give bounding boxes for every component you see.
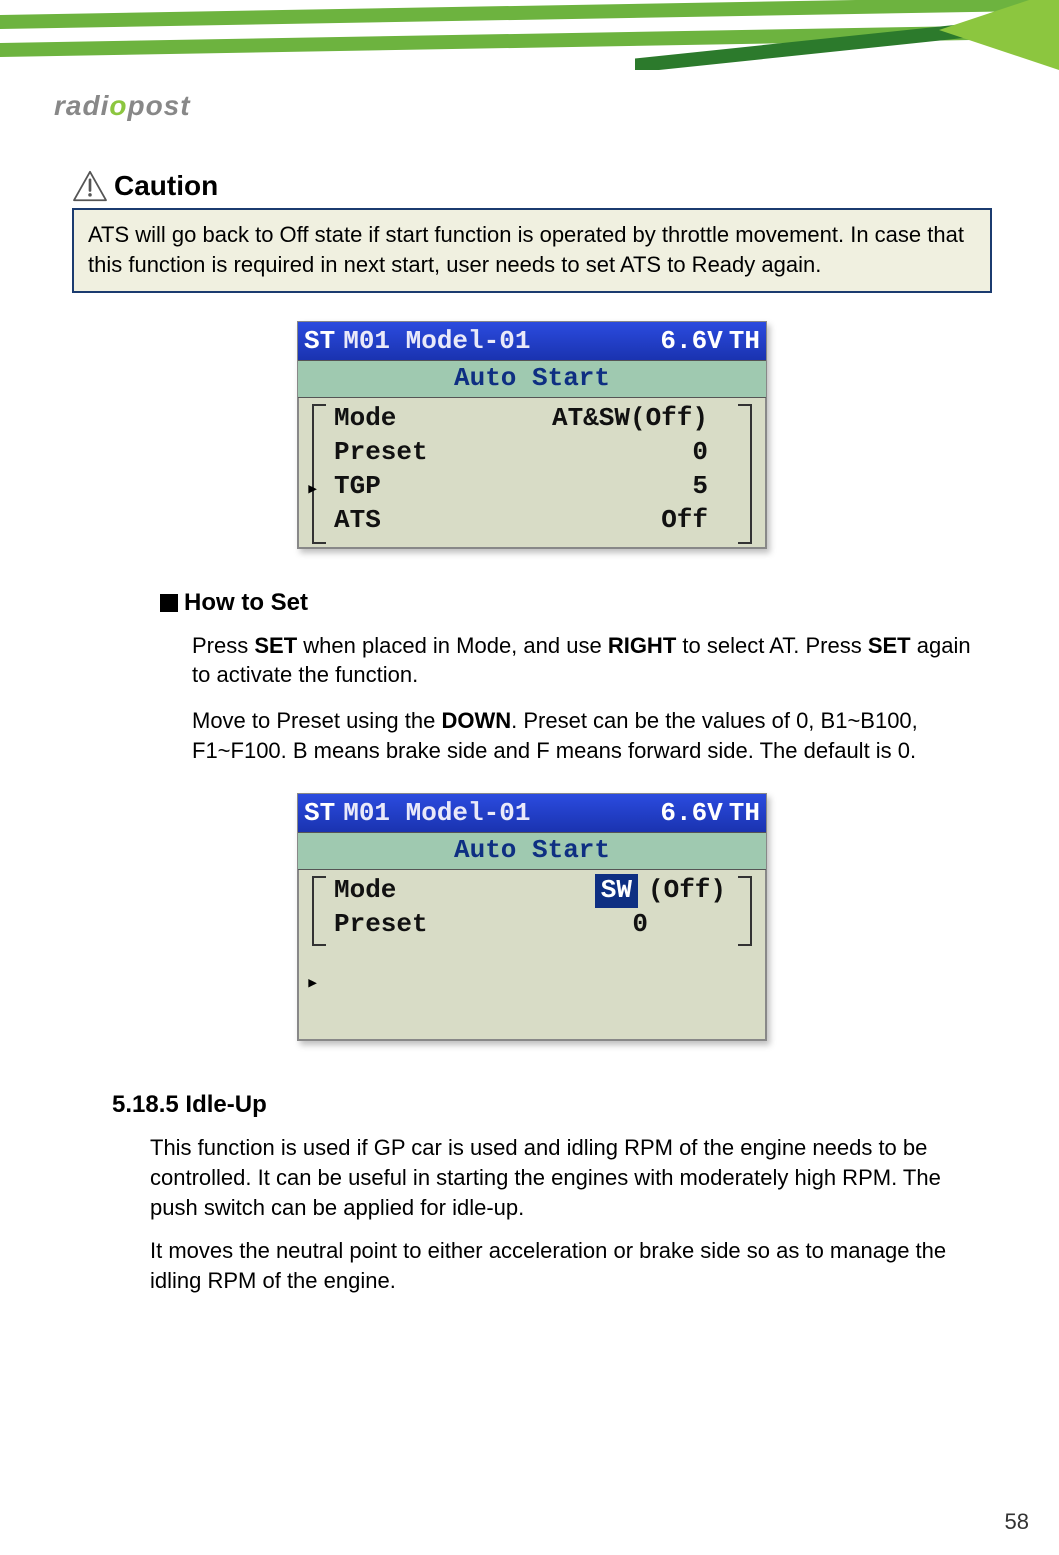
lcd-model-label: M01 Model-01 — [335, 326, 660, 356]
lcd-th-label: TH — [729, 326, 760, 356]
lcd-screenshot-autostart-sw: ST M01 Model-01 6.6V TH Auto Start ▸ Mod… — [297, 793, 767, 1041]
warning-icon — [72, 170, 108, 202]
lcd-row-ats: ATS Off — [334, 504, 738, 538]
lcd-th-label: TH — [729, 798, 760, 828]
howto-paragraph-2: Move to Preset using the DOWN. Preset ca… — [160, 706, 992, 765]
caution-title: Caution — [114, 170, 218, 202]
lcd-subtitle: Auto Start — [298, 832, 766, 870]
lcd-voltage: 6.6V — [660, 326, 728, 356]
cursor-icon: ▸ — [306, 476, 319, 502]
lcd-row-preset: Preset 0 — [334, 436, 738, 470]
lcd-subtitle: Auto Start — [298, 360, 766, 398]
bullet-square-icon — [160, 594, 178, 612]
lcd-st-label: ST — [304, 798, 335, 828]
lcd-model-label: M01 Model-01 — [335, 798, 660, 828]
page-number: 58 — [1005, 1509, 1029, 1535]
howto-paragraph-1: Press SET when placed in Mode, and use R… — [160, 631, 992, 690]
brand-logo: radiopost — [54, 90, 191, 122]
section-heading-idle-up: 5.18.5 Idle-Up — [112, 1091, 992, 1119]
howto-heading: How to Set — [160, 589, 992, 617]
caution-body: ATS will go back to Off state if start f… — [72, 208, 992, 293]
lcd-row-mode: Mode SW (Off) — [334, 874, 738, 908]
lcd-screenshot-autostart-atsw: ST M01 Model-01 6.6V TH Auto Start ▸ Mod… — [297, 321, 767, 548]
header-stripes — [0, 0, 1059, 70]
lcd-row-tgp: TGP 5 — [334, 470, 738, 504]
idle-up-paragraph-2: It moves the neutral point to either acc… — [112, 1236, 992, 1295]
idle-up-paragraph-1: This function is used if GP car is used … — [112, 1133, 992, 1222]
caution-heading: Caution — [72, 170, 992, 202]
lcd-row-preset: Preset 0 — [334, 908, 738, 942]
lcd-row-mode: Mode AT&SW(Off) — [334, 402, 738, 436]
lcd-st-label: ST — [304, 326, 335, 356]
cursor-icon: ▸ — [306, 970, 319, 996]
lcd-voltage: 6.6V — [660, 798, 728, 828]
